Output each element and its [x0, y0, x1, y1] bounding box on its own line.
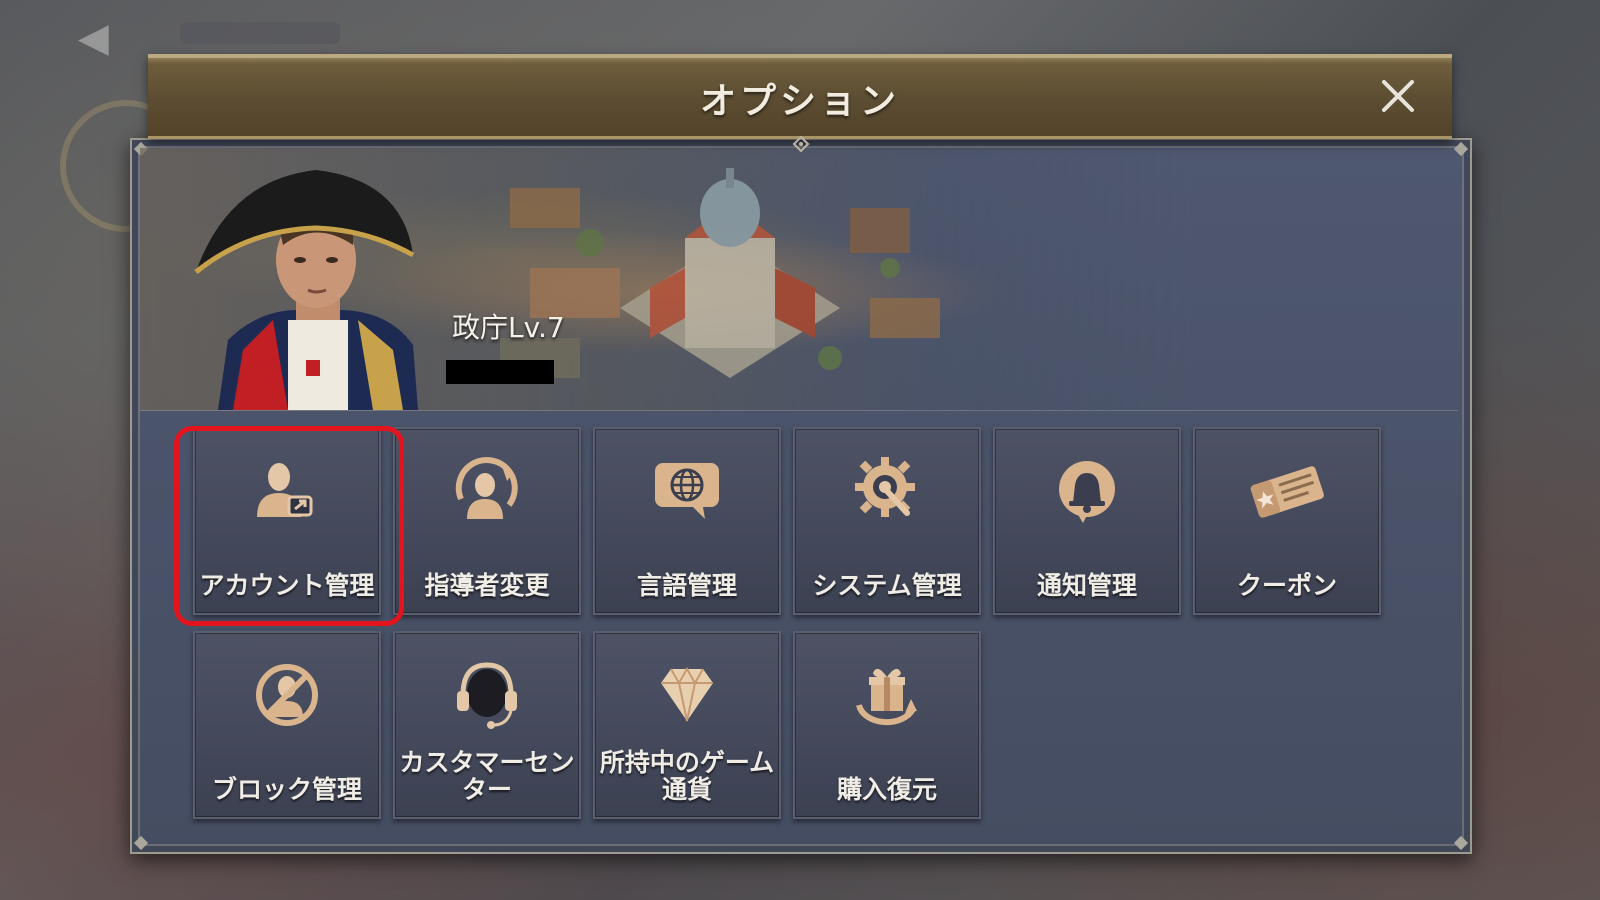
change-leader-button[interactable]: 指導者変更 [393, 427, 581, 615]
panel-corner [133, 835, 149, 851]
notification-settings-button[interactable]: 通知管理 [993, 427, 1181, 615]
restore-purchase-button[interactable]: 購入復元 [793, 631, 981, 819]
menu-item-label: 通知管理 [1036, 571, 1137, 600]
leader-avatar[interactable] [188, 160, 448, 410]
system-gear-icon [855, 457, 915, 517]
menu-item-label: ブロック管理 [211, 775, 362, 804]
language-globe-icon [655, 463, 719, 519]
system-settings-button[interactable]: システム管理 [793, 427, 981, 615]
coupon-button[interactable]: クーポン [1193, 427, 1381, 615]
background-blurred-label [180, 22, 340, 44]
panel-corner [1453, 835, 1469, 851]
menu-item-label: システム管理 [812, 571, 962, 600]
close-button[interactable] [1378, 76, 1418, 116]
block-user-icon [256, 664, 318, 726]
language-settings-button[interactable]: 言語管理 [593, 427, 781, 615]
dialog-title: オプション [699, 81, 900, 122]
player-name-redacted [446, 360, 554, 384]
change-leader-icon [455, 457, 518, 519]
diamond-icon [661, 666, 713, 722]
menu-item-label: カスタマーセンター [399, 748, 575, 804]
title-ornament-icon [792, 136, 810, 152]
coupon-ticket-icon [1250, 466, 1324, 518]
headquarters-level: 政庁Lv.7 [452, 311, 565, 344]
menu-item-label: 言語管理 [636, 571, 737, 600]
close-icon [1382, 80, 1414, 112]
account-switch-icon [257, 463, 313, 517]
game-currency-button[interactable]: 所持中のゲーム通貨 [593, 631, 781, 819]
back-arrow-icon: ◀ [78, 15, 109, 61]
menu-item-label: アカウント管理 [199, 571, 375, 600]
menu-item-label: 購入復元 [836, 775, 937, 804]
menu-item-label: 指導者変更 [424, 571, 550, 600]
dialog-title-bar: オプション [148, 54, 1452, 139]
restore-gift-icon [856, 668, 917, 726]
account-management-button[interactable]: アカウント管理 [193, 427, 381, 615]
notification-bell-icon [1059, 461, 1115, 523]
menu-item-label: 所持中のゲーム通貨 [599, 748, 775, 804]
customer-center-button[interactable]: カスタマーセンター [393, 631, 581, 819]
profile-banner: 政庁Lv.7 [140, 148, 1458, 411]
customer-headset-icon [457, 662, 517, 729]
menu-item-label: クーポン [1236, 571, 1337, 600]
block-management-button[interactable]: ブロック管理 [193, 631, 381, 819]
